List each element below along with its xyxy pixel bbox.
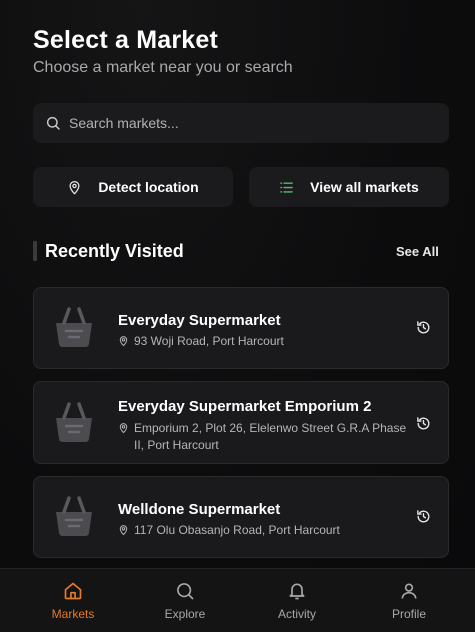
detect-location-button[interactable]: Detect location [33,167,233,207]
location-pin-icon [119,423,128,434]
detect-location-label: Detect location [98,179,199,195]
nav-item-activity[interactable]: Activity [238,569,356,632]
basket-icon [56,402,92,442]
history-icon[interactable] [416,320,431,335]
market-name: Welldone Supermarket [118,501,281,518]
market-name: Everyday Supermarket Emporium 2 [118,398,372,415]
market-address-text: 93 Woji Road, Port Harcourt [134,334,284,348]
list-icon [280,181,293,193]
basket-icon [56,307,92,347]
section-title: Recently Visited [45,241,184,261]
market-select-screen: Select a Market Choose a market near you… [0,0,475,632]
home-icon [64,582,82,600]
nav-label: Markets [51,607,95,621]
nav-label: Profile [391,607,426,621]
market-card[interactable]: Everyday Supermarket Emporium 2 Emporium… [33,381,449,464]
nav-item-markets[interactable]: Markets [14,569,132,632]
location-pin-icon [119,336,128,347]
page-title: Select a Market [33,26,219,54]
bottom-nav: Markets Explore Activity Profile [0,568,475,632]
location-pin-icon [69,180,80,195]
market-name: Everyday Supermarket [118,312,281,329]
view-all-markets-button[interactable]: View all markets [249,167,449,207]
section-accent-bar [33,241,37,261]
nav-item-explore[interactable]: Explore [126,569,244,632]
basket-icon [56,496,92,536]
nav-label: Explore [164,607,206,621]
market-address-text: Emporium 2, Plot 26, Elelenwo Street G.R… [134,421,407,452]
market-card[interactable]: Welldone Supermarket 117 Olu Obasanjo Ro… [33,476,449,558]
search-icon [46,116,60,130]
view-all-markets-label: View all markets [310,179,419,195]
location-pin-icon [119,525,128,536]
market-address-text: 117 Olu Obasanjo Road, Port Harcourt [134,523,340,537]
nav-item-profile[interactable]: Profile [350,569,468,632]
search-input[interactable] [69,115,429,131]
history-icon[interactable] [416,416,431,431]
market-address: Emporium 2, Plot 26, Elelenwo Street G.R… [118,420,418,454]
user-icon [401,583,417,599]
market-address: 117 Olu Obasanjo Road, Port Harcourt [118,522,340,539]
bell-icon [289,583,305,600]
nav-label: Activity [277,607,316,621]
page-subtitle: Choose a market near you or search [33,59,293,76]
market-address: 93 Woji Road, Port Harcourt [118,333,284,350]
search-bar[interactable] [33,103,449,143]
history-icon[interactable] [416,509,431,524]
see-all-link[interactable]: See All [396,244,439,259]
search-icon [177,583,194,600]
market-card[interactable]: Everyday Supermarket 93 Woji Road, Port … [33,287,449,369]
